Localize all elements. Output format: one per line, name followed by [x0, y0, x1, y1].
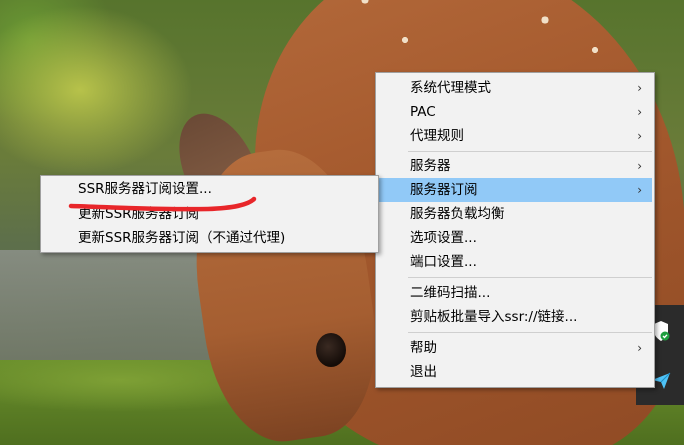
menu-item-pac[interactable]: PAC › — [378, 100, 652, 124]
deer-eye — [316, 333, 346, 367]
menu-item-qr-scan[interactable]: 二维码扫描... — [378, 281, 652, 305]
submenu-item-update-subscription-no-proxy[interactable]: 更新SSR服务器订阅（不通过代理) — [43, 226, 376, 250]
menu-item-label: PAC — [410, 104, 436, 120]
menu-item-exit[interactable]: 退出 — [378, 360, 652, 384]
menu-item-clipboard-import[interactable]: 剪贴板批量导入ssr://链接... — [378, 305, 652, 329]
menu-item-label: 端口设置... — [410, 254, 477, 270]
menu-item-help[interactable]: 帮助 › — [378, 336, 652, 360]
menu-separator — [408, 332, 652, 333]
menu-separator — [408, 277, 652, 278]
menu-item-servers[interactable]: 服务器 › — [378, 154, 652, 178]
chevron-right-icon: › — [637, 159, 642, 173]
menu-item-label: 服务器订阅 — [410, 182, 478, 198]
chevron-right-icon: › — [637, 341, 642, 355]
menu-item-proxy-rules[interactable]: 代理规则 › — [378, 124, 652, 148]
menu-item-label: 系统代理模式 — [410, 80, 491, 96]
menu-item-system-proxy-mode[interactable]: 系统代理模式 › — [378, 76, 652, 100]
menu-item-label: 服务器 — [410, 158, 451, 174]
menu-item-load-balance[interactable]: 服务器负载均衡 — [378, 202, 652, 226]
menu-item-label: 退出 — [410, 364, 437, 380]
red-underline-annotation — [68, 196, 257, 212]
chevron-right-icon: › — [637, 81, 642, 95]
chevron-right-icon: › — [637, 105, 642, 119]
menu-item-label: 服务器负载均衡 — [410, 206, 505, 222]
menu-item-label: 选项设置... — [410, 230, 477, 246]
menu-item-options[interactable]: 选项设置... — [378, 226, 652, 250]
menu-item-label: 代理规则 — [410, 128, 464, 144]
menu-item-port-settings[interactable]: 端口设置... — [378, 250, 652, 274]
desktop-background: 系统代理模式 › PAC › 代理规则 › 服务器 › 服务器订阅 › 服务器负… — [0, 0, 684, 445]
menu-item-label: 二维码扫描... — [410, 285, 491, 301]
menu-item-server-subscription[interactable]: 服务器订阅 › — [378, 178, 652, 202]
chevron-right-icon: › — [637, 129, 642, 143]
menu-item-label: 更新SSR服务器订阅（不通过代理) — [78, 230, 286, 246]
menu-item-label: 剪贴板批量导入ssr://链接... — [410, 309, 578, 325]
menu-separator — [408, 151, 652, 152]
main-context-menu: 系统代理模式 › PAC › 代理规则 › 服务器 › 服务器订阅 › 服务器负… — [375, 72, 655, 388]
menu-item-label: 帮助 — [410, 340, 437, 356]
chevron-right-icon: › — [637, 183, 642, 197]
